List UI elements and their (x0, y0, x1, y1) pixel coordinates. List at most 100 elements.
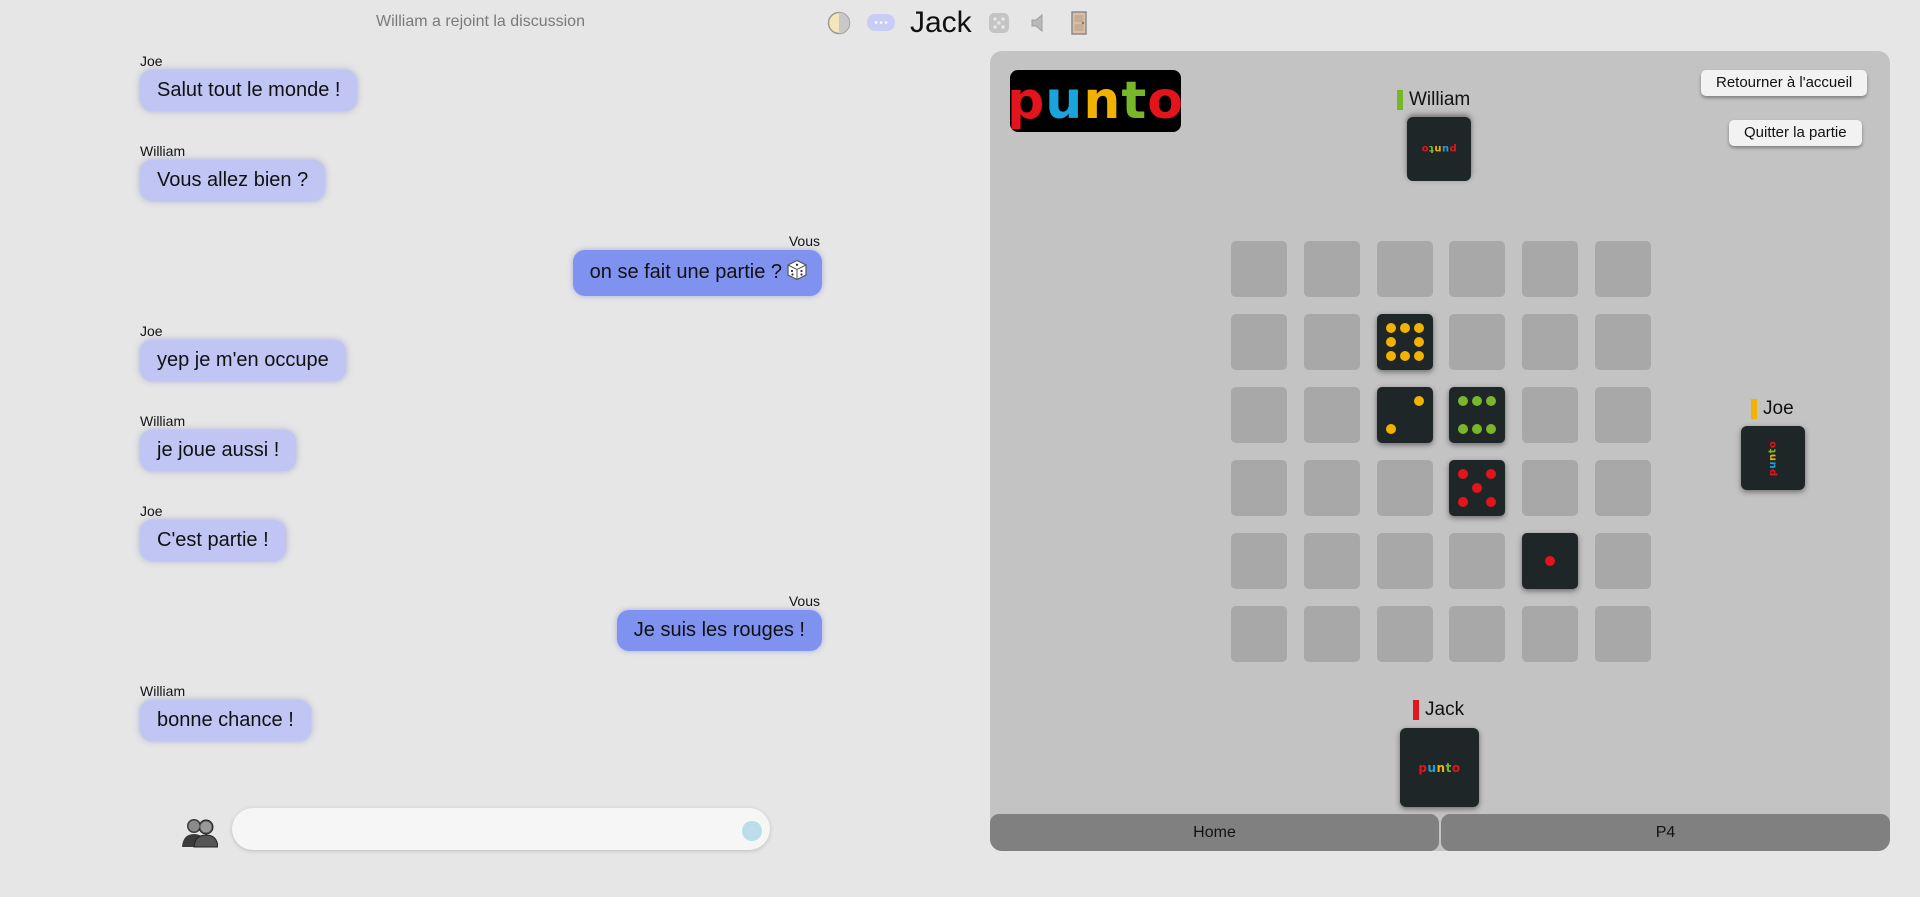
punto-logo: punto (1007, 70, 1184, 132)
card-pip (1486, 424, 1497, 434)
board-cell[interactable] (1594, 387, 1651, 443)
card-pip (1413, 396, 1424, 406)
board-cell[interactable] (1303, 314, 1360, 370)
card-pip (1458, 396, 1469, 406)
chat-message-input[interactable] (232, 808, 770, 850)
board-cell[interactable] (1303, 241, 1360, 297)
board-cell[interactable] (1376, 460, 1433, 516)
quit-game-button[interactable]: Quitter la partie (1729, 120, 1862, 146)
board-cell[interactable] (1376, 606, 1433, 662)
card-pip (1385, 337, 1396, 347)
return-home-button[interactable]: Retourner à l'accueil (1701, 70, 1868, 96)
board-card[interactable] (1449, 460, 1506, 516)
board-cell[interactable] (1231, 387, 1287, 443)
board-cell[interactable] (1449, 606, 1506, 662)
message-author: William (140, 143, 186, 159)
board-cell[interactable] (1231, 460, 1287, 516)
board-cell[interactable] (1449, 241, 1506, 297)
player-color-bar (1751, 399, 1757, 419)
message-bubble: Salut tout le monde ! (140, 70, 358, 111)
board-cell[interactable] (1522, 460, 1579, 516)
card-pip (1413, 351, 1424, 361)
board-cell[interactable] (1376, 533, 1433, 589)
message-bubble: je joue aussi ! (140, 430, 297, 471)
card-pip (1545, 556, 1556, 566)
message-bubble: Vous allez bien ? (140, 160, 326, 201)
board-card[interactable] (1522, 533, 1579, 589)
door-exit-icon[interactable] (1066, 10, 1092, 36)
chat-message: Vous Je suis les rouges ! (142, 593, 822, 651)
send-icon[interactable] (742, 821, 762, 841)
board-cell[interactable] (1594, 314, 1651, 370)
board-cell[interactable] (1594, 606, 1651, 662)
board-cell[interactable] (1303, 460, 1360, 516)
chat-message: William bonne chance ! (140, 683, 311, 741)
tab-p4[interactable]: P4 (1441, 814, 1890, 851)
card-pip (1486, 469, 1497, 479)
speaker-icon[interactable] (1026, 10, 1052, 36)
card-pip (1413, 337, 1424, 347)
player-name: Jack (1425, 699, 1465, 720)
chat-message: William Vous allez bien ? (140, 143, 326, 201)
player-name: Joe (1763, 398, 1794, 419)
theme-toggle-icon[interactable] (826, 10, 852, 36)
dice-icon[interactable] (986, 10, 1012, 36)
message-author: William (140, 683, 186, 699)
card-pip (1399, 351, 1410, 361)
board-cell[interactable] (1231, 241, 1287, 297)
board-cell[interactable] (1594, 533, 1651, 589)
card-pip (1458, 424, 1469, 434)
chat-bubble-icon[interactable] (866, 10, 896, 36)
message-author: Joe (140, 503, 163, 519)
board-cell[interactable] (1594, 241, 1651, 297)
card-pip (1385, 424, 1396, 434)
card-pip (1399, 323, 1410, 333)
board-card[interactable] (1376, 387, 1433, 443)
board-cell[interactable] (1231, 533, 1287, 589)
board-card[interactable] (1376, 314, 1433, 370)
card-pip (1472, 396, 1483, 406)
card-pip (1385, 351, 1396, 361)
message-author: Joe (140, 53, 163, 69)
player-bottom: Jack (1413, 699, 1464, 721)
player-card-back: punto (1741, 426, 1805, 490)
game-tabs: Home P4 (990, 814, 1890, 851)
board-cell[interactable] (1231, 606, 1287, 662)
board-card[interactable] (1449, 387, 1506, 443)
player-hand-card[interactable]: punto (1400, 728, 1479, 807)
board-cell[interactable] (1231, 314, 1287, 370)
card-pip (1385, 323, 1396, 333)
chat-message: Joe yep je m'en occupe (140, 323, 346, 381)
people-icon[interactable] (182, 816, 219, 848)
board-cell[interactable] (1303, 533, 1360, 589)
player-right: Joe (1751, 398, 1794, 420)
player-card-back: punto (1407, 117, 1471, 181)
board-cell[interactable] (1522, 387, 1579, 443)
card-pip (1486, 396, 1497, 406)
player-name: William (1409, 89, 1471, 110)
top-toolbar: Jack (826, 6, 1106, 40)
tab-home[interactable]: Home (990, 814, 1439, 851)
board-cell[interactable] (1522, 241, 1579, 297)
board-cell[interactable] (1303, 606, 1360, 662)
message-text: on se fait une partie ? (589, 261, 782, 283)
message-author: Vous (788, 233, 820, 249)
chat-message: Joe Salut tout le monde ! (140, 53, 358, 111)
card-pip (1486, 497, 1497, 507)
chat-message: Vous on se fait une partie ? (142, 233, 822, 296)
board-cell[interactable] (1376, 241, 1433, 297)
board-cell[interactable] (1522, 314, 1579, 370)
board-cell[interactable] (1449, 533, 1506, 589)
app-root: William a rejoint la discussion Jack Joe… (0, 0, 1920, 897)
message-author: Vous (788, 593, 820, 609)
board-cell[interactable] (1522, 606, 1579, 662)
board-cell[interactable] (1594, 460, 1651, 516)
board-cell[interactable] (1303, 387, 1360, 443)
chat-message: William je joue aussi ! (140, 413, 297, 471)
board-cell[interactable] (1449, 314, 1506, 370)
chat-message: Joe C'est partie ! (140, 503, 286, 561)
message-bubble: bonne chance ! (140, 700, 311, 741)
message-bubble: on se fait une partie ? (572, 250, 822, 296)
chat-panel: Joe Salut tout le monde ! William Vous a… (0, 0, 822, 897)
current-username: Jack (910, 6, 972, 39)
